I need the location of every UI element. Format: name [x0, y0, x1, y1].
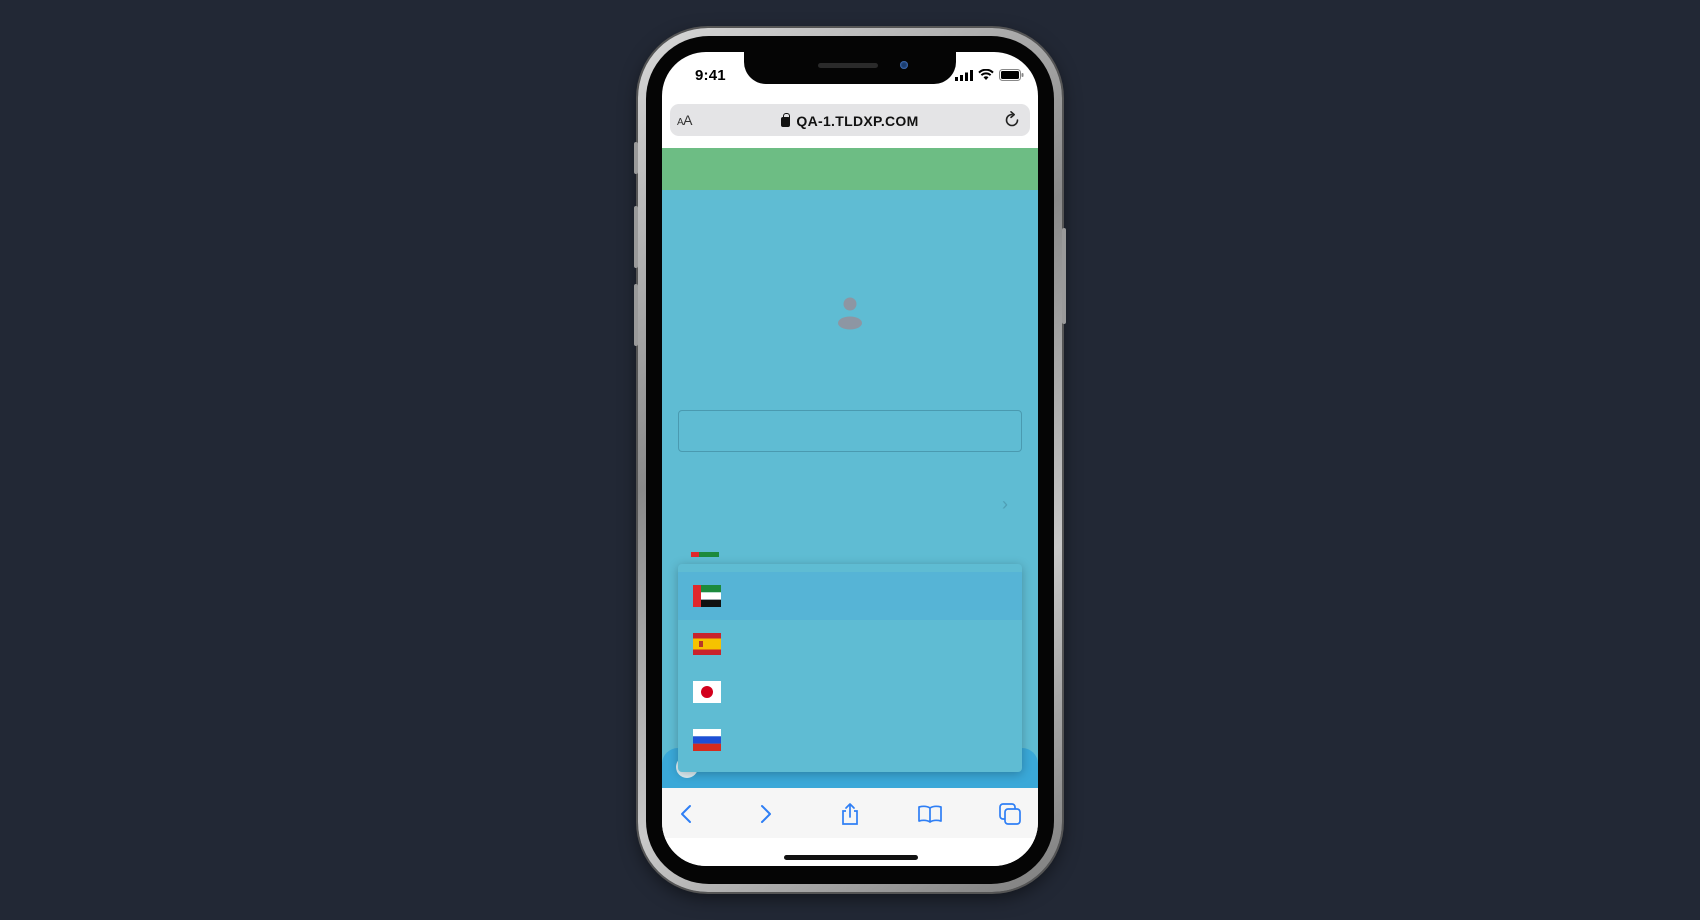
language-option-russia[interactable] — [678, 716, 1022, 764]
japan-flag-icon — [693, 681, 721, 703]
language-option-uae[interactable] — [678, 572, 1022, 620]
tabs-button[interactable] — [996, 800, 1024, 828]
user-avatar-icon — [838, 297, 862, 330]
language-option-spain[interactable] — [678, 620, 1022, 668]
language-option-japan[interactable] — [678, 668, 1022, 716]
volume-up-button — [634, 206, 638, 268]
bookmarks-icon — [918, 805, 942, 823]
reload-icon[interactable] — [1002, 110, 1022, 130]
front-camera — [900, 61, 908, 69]
chevron-right-icon[interactable]: › — [1002, 494, 1008, 515]
spain-flag-icon — [693, 633, 721, 655]
back-icon — [681, 805, 691, 823]
lock-icon — [781, 113, 791, 127]
url-text: QA-1.TLDXP.COM — [796, 113, 919, 129]
status-icons — [955, 69, 1024, 81]
mute-switch — [634, 142, 638, 174]
forward-icon — [761, 805, 771, 823]
home-indicator-area — [662, 838, 1038, 866]
share-button[interactable] — [836, 800, 864, 828]
earpiece-speaker — [818, 63, 878, 68]
notch — [744, 52, 956, 84]
bookmarks-button[interactable] — [916, 800, 944, 828]
home-indicator[interactable] — [784, 855, 918, 860]
language-dropdown — [678, 564, 1022, 772]
address-bar[interactable]: AA QA-1.TLDXP.COM — [670, 104, 1030, 136]
russia-flag-icon — [693, 729, 721, 751]
power-button — [1062, 228, 1066, 324]
volume-down-button — [634, 284, 638, 346]
tabs-icon — [999, 803, 1021, 825]
browser-toolbar — [662, 788, 1038, 838]
battery-icon — [999, 69, 1024, 81]
signal-icon — [955, 69, 973, 81]
web-page-content: › — [662, 148, 1038, 788]
share-icon — [842, 803, 858, 825]
input-field[interactable] — [678, 410, 1022, 452]
wifi-icon — [978, 69, 994, 80]
url-display[interactable]: QA-1.TLDXP.COM — [670, 113, 1030, 129]
forward-button[interactable] — [752, 800, 780, 828]
phone-screen: 9:41 AA QA-1.TLDXP.COM › — [662, 52, 1038, 866]
status-time: 9:41 — [695, 67, 726, 84]
back-button[interactable] — [672, 800, 700, 828]
uae-flag-icon — [693, 585, 721, 607]
top-banner — [662, 148, 1038, 190]
uae-flag-icon — [691, 552, 719, 557]
